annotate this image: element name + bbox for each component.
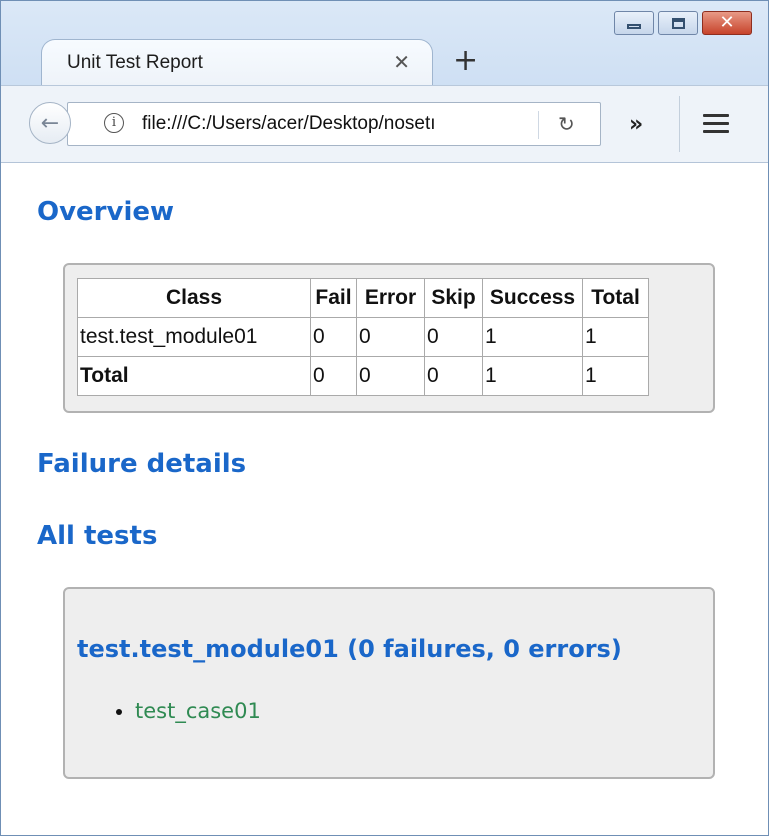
cell-total: 1	[582, 317, 649, 357]
tab-close-icon[interactable]: ✕	[393, 50, 410, 74]
reload-icon[interactable]: ↻	[558, 112, 575, 136]
column-header-success: Success	[482, 278, 583, 318]
table-total-row: Total 0 0 0 1 1	[77, 356, 649, 396]
menu-bar-line	[703, 114, 729, 117]
browser-window: ✕ Unit Test Report ✕ + i file:///C:/User…	[0, 0, 769, 836]
menu-bar-line	[703, 122, 729, 125]
cell-fail: 0	[310, 317, 357, 357]
cell-error: 0	[356, 317, 425, 357]
table-row: test.test_module01 0 0 0 1 1	[77, 317, 649, 357]
list-item: test_case01	[135, 699, 261, 723]
cell-skip: 0	[424, 317, 483, 357]
maximize-button[interactable]	[658, 11, 698, 35]
module-heading: test.test_module01 (0 failures, 0 errors…	[77, 635, 622, 663]
window-caption-buttons: ✕	[614, 11, 752, 35]
column-header-skip: Skip	[424, 278, 483, 318]
summary-table: Class Fail Error Skip Success Total test…	[77, 278, 649, 396]
overflow-chevron-icon[interactable]: »	[629, 114, 643, 136]
new-tab-button[interactable]: +	[453, 46, 478, 76]
cell-skip: 0	[424, 356, 483, 396]
minimize-icon	[627, 23, 641, 29]
failure-details-heading: Failure details	[37, 449, 247, 479]
info-icon[interactable]: i	[104, 113, 124, 133]
page-content: Overview Class Fail Error Skip Success T…	[1, 163, 768, 835]
all-tests-heading: All tests	[37, 521, 158, 551]
back-arrow-icon: ←	[40, 110, 60, 136]
hamburger-menu-icon[interactable]	[703, 114, 729, 138]
close-window-button[interactable]: ✕	[702, 11, 752, 35]
test-case-link[interactable]: test_case01	[135, 699, 261, 723]
address-bar[interactable]: i file:///C:/Users/acer/Desktop/nosetı ↻	[67, 102, 601, 146]
column-header-class: Class	[77, 278, 311, 318]
navigation-toolbar: i file:///C:/Users/acer/Desktop/nosetı ↻…	[1, 85, 768, 163]
url-text[interactable]: file:///C:/Users/acer/Desktop/nosetı	[142, 113, 502, 135]
menu-bar-line	[703, 130, 729, 133]
maximize-icon	[671, 17, 685, 29]
overview-heading: Overview	[37, 197, 175, 227]
close-icon: ✕	[719, 12, 735, 33]
tab-title: Unit Test Report	[67, 52, 203, 73]
cell-class: test.test_module01	[77, 317, 311, 357]
overview-panel: Class Fail Error Skip Success Total test…	[63, 263, 715, 413]
table-header-row: Class Fail Error Skip Success Total	[77, 278, 649, 318]
test-list: test_case01	[105, 699, 261, 723]
url-divider	[538, 111, 539, 139]
cell-success: 1	[482, 356, 583, 396]
all-tests-panel: test.test_module01 (0 failures, 0 errors…	[63, 587, 715, 779]
cell-error: 0	[356, 356, 425, 396]
cell-total: 1	[582, 356, 649, 396]
toolbar-divider	[679, 96, 680, 152]
back-button[interactable]: ←	[29, 102, 71, 144]
minimize-button[interactable]	[614, 11, 654, 35]
column-header-total: Total	[582, 278, 649, 318]
cell-fail: 0	[310, 356, 357, 396]
column-header-fail: Fail	[310, 278, 357, 318]
cell-class: Total	[77, 356, 311, 396]
cell-success: 1	[482, 317, 583, 357]
column-header-error: Error	[356, 278, 425, 318]
tab-unit-test-report[interactable]: Unit Test Report ✕	[41, 39, 433, 85]
